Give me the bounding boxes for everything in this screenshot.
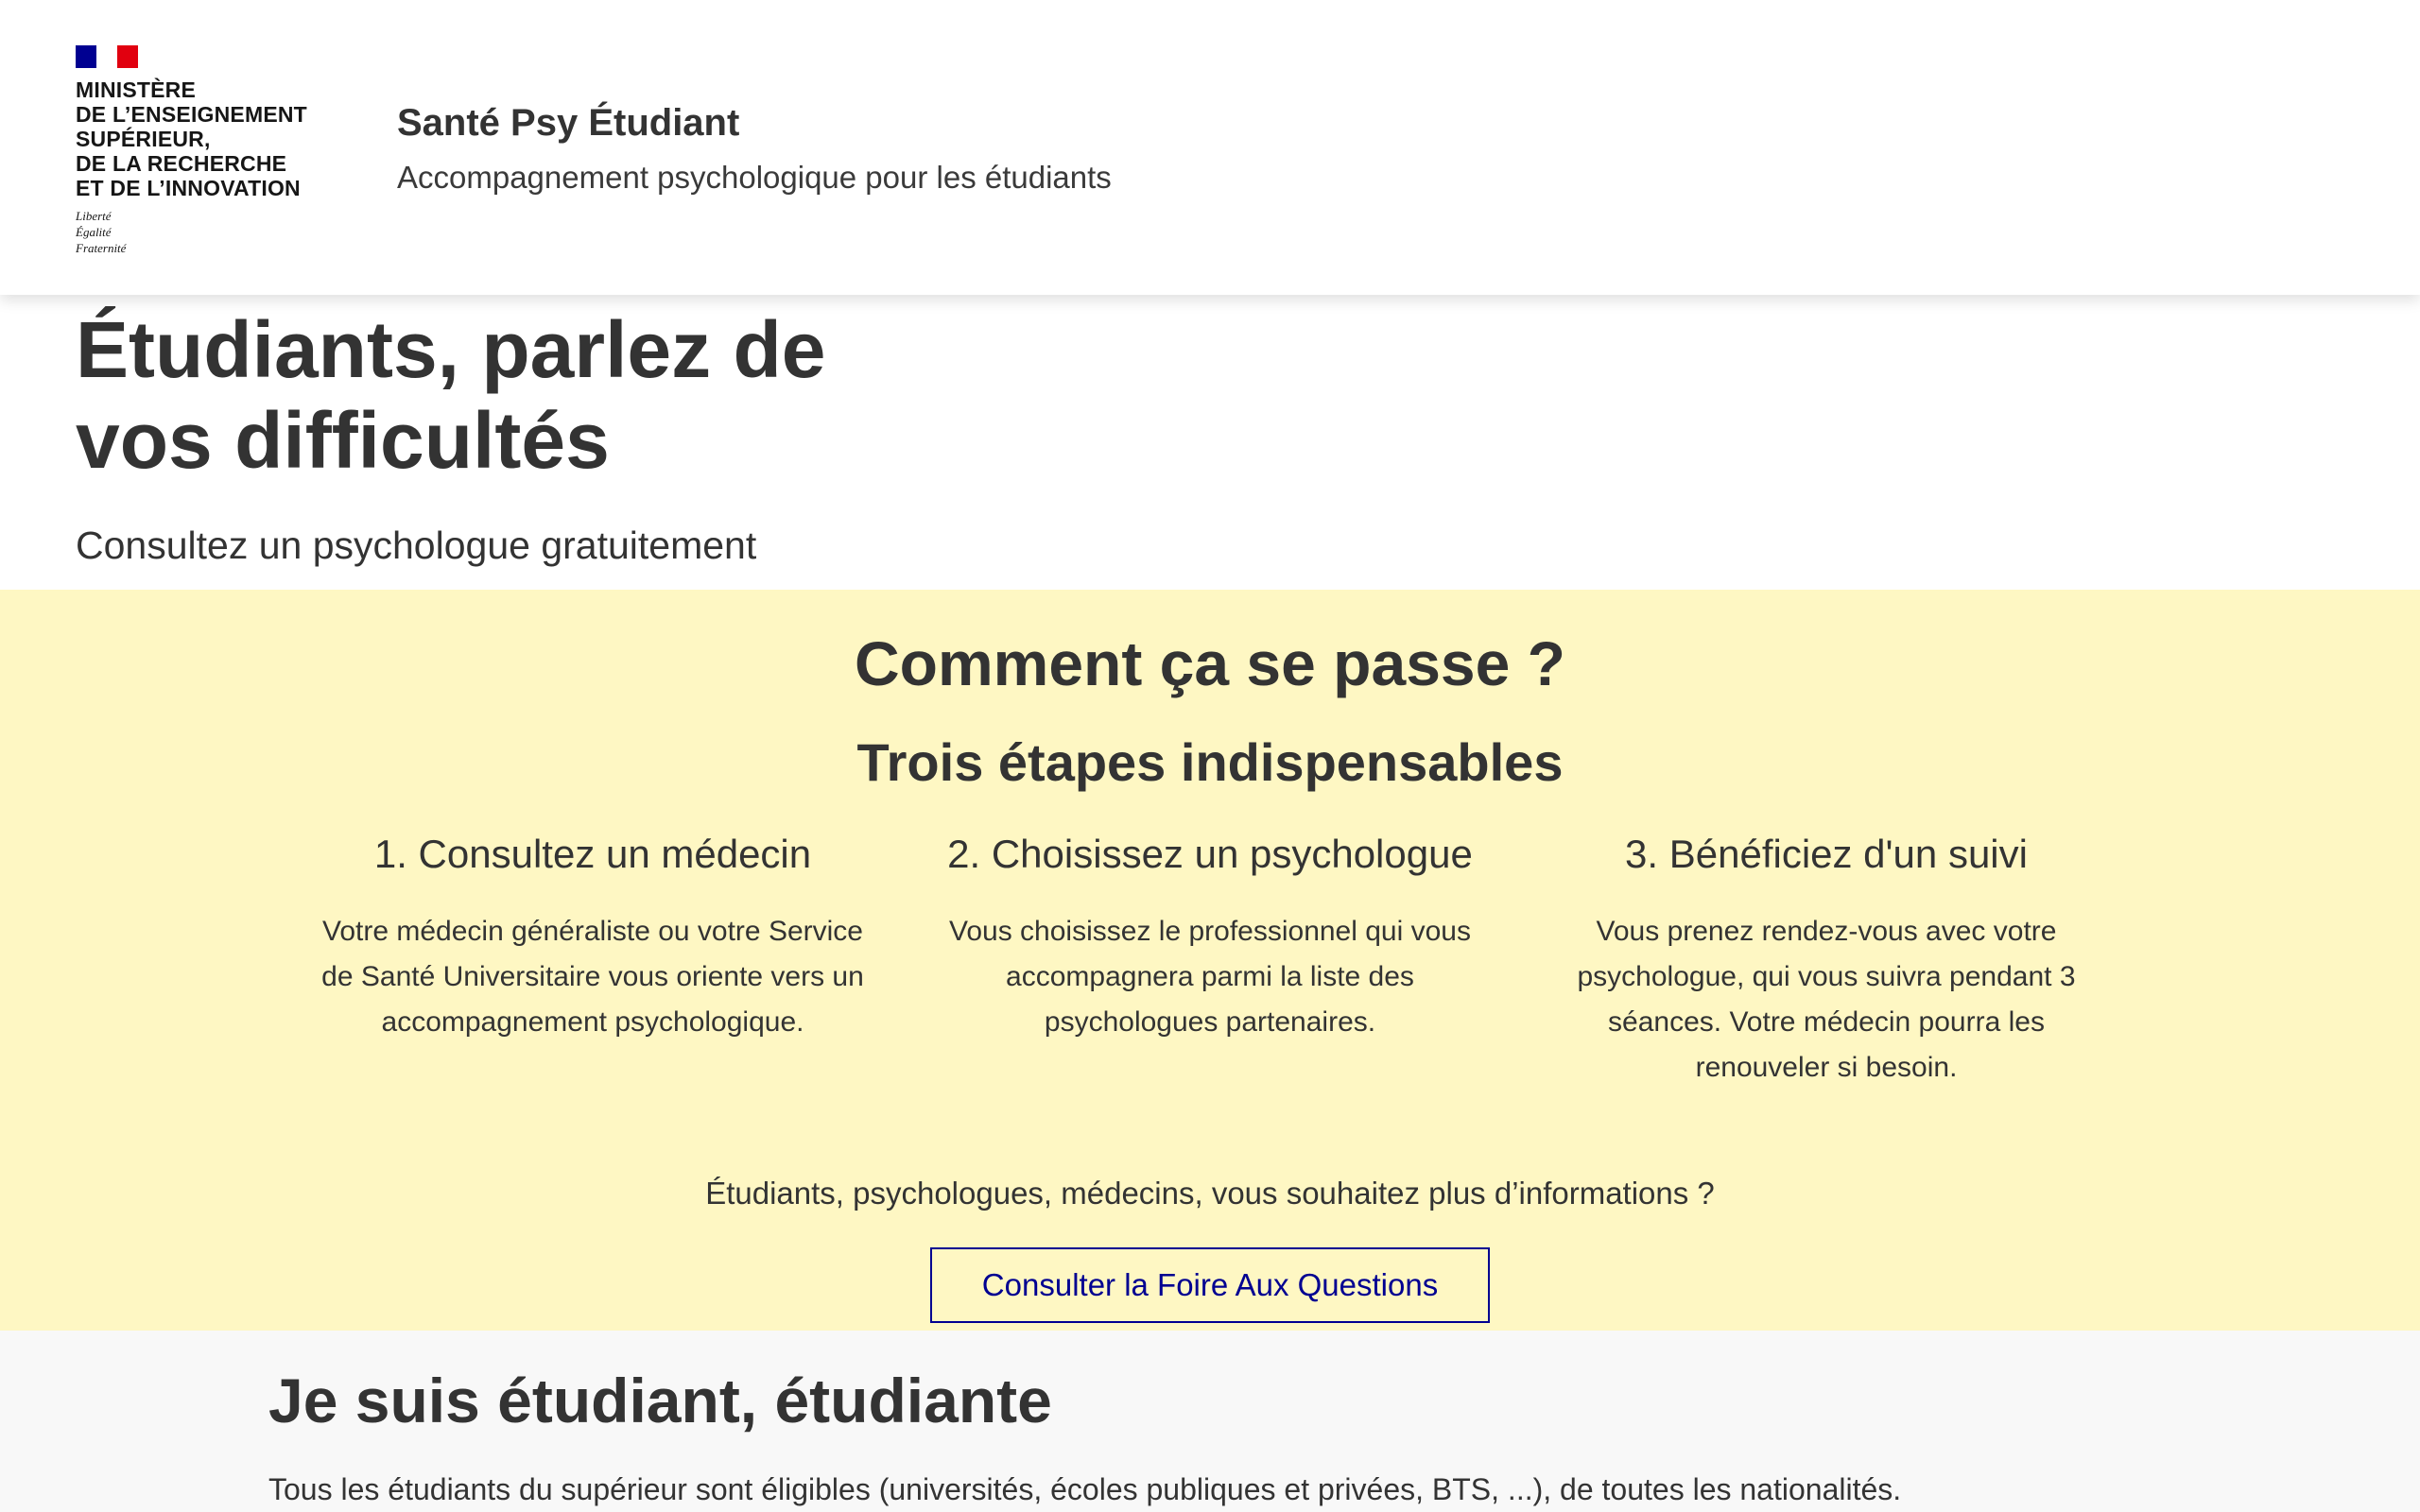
step-title: 1. Consultez un médecin xyxy=(373,832,812,876)
step-text: Votre médecin généraliste ou votre Servi… xyxy=(321,916,864,1038)
hero-subtitle: Consultez un psychologue gratuitement xyxy=(76,524,757,567)
republic-motto: Liberté Égalité Fraternité xyxy=(76,209,127,255)
site-header: MINISTÈRE DE L’ENSEIGNEMENT SUPÉRIEUR, D… xyxy=(0,0,2420,295)
hero-section: Étudiants, parlez de vos difficultés Con… xyxy=(76,304,1021,567)
step-text: Vous prenez rendez-vous avec votre psych… xyxy=(1577,916,2076,1083)
hero-title-line1: Étudiants, parlez de xyxy=(76,305,826,394)
section-subtitle: Trois étapes indispensables xyxy=(856,732,1564,792)
step-text: Vous choisissez le professionnel qui vou… xyxy=(949,916,1471,1038)
faq-button[interactable]: Consulter la Foire Aux Questions xyxy=(930,1247,1490,1323)
step-title: 3. Bénéficiez d'un suivi xyxy=(1625,832,2028,876)
step-title: 2. Choisissez un psychologue xyxy=(947,832,1473,876)
more-info-text: Étudiants, psychologues, médecins, vous … xyxy=(705,1176,1715,1211)
hero-title-line2: vos difficultés xyxy=(76,396,610,485)
section-title: Comment ça se passe ? xyxy=(855,628,1565,698)
step-choose-psychologist: 2. Choisissez un psychologue Vous choisi… xyxy=(926,832,1494,1045)
service-branding[interactable]: Santé Psy Étudiant Accompagnement psycho… xyxy=(397,102,1112,196)
hero-title: Étudiants, parlez de vos difficultés xyxy=(76,304,1021,486)
step-consult-doctor: 1. Consultez un médecin Votre médecin gé… xyxy=(309,832,876,1045)
service-title: Santé Psy Étudiant xyxy=(397,102,740,144)
ministry-name: MINISTÈRE DE L’ENSEIGNEMENT SUPÉRIEUR, D… xyxy=(76,77,307,200)
step-follow-up: 3. Bénéficiez d'un suivi Vous prenez ren… xyxy=(1543,832,2110,1091)
service-tagline: Accompagnement psychologique pour les ét… xyxy=(397,160,1112,195)
ministry-logo[interactable]: MINISTÈRE DE L’ENSEIGNEMENT SUPÉRIEUR, D… xyxy=(76,45,307,256)
marianne-flag-icon xyxy=(76,45,138,68)
student-eligibility-text: Tous les étudiants du supérieur sont éli… xyxy=(268,1472,1902,1506)
student-section: Je suis étudiant, étudiante Tous les étu… xyxy=(0,1331,2420,1512)
student-section-title: Je suis étudiant, étudiante xyxy=(268,1366,1052,1435)
how-it-works-section: Comment ça se passe ? Trois étapes indis… xyxy=(0,590,2420,1331)
